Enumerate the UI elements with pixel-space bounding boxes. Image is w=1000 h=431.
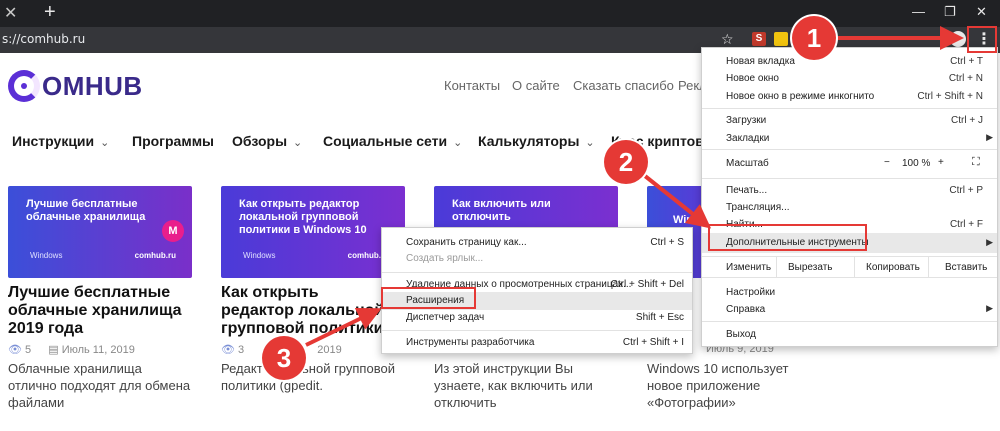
annotation-arrows [305,26,964,347]
arrow-step2 [643,174,712,229]
step-badge-1: 1 [792,16,836,60]
arrow-step3 [305,307,382,347]
step-badge-2: 2 [604,140,648,184]
step-badge-3: 3 [262,336,306,380]
